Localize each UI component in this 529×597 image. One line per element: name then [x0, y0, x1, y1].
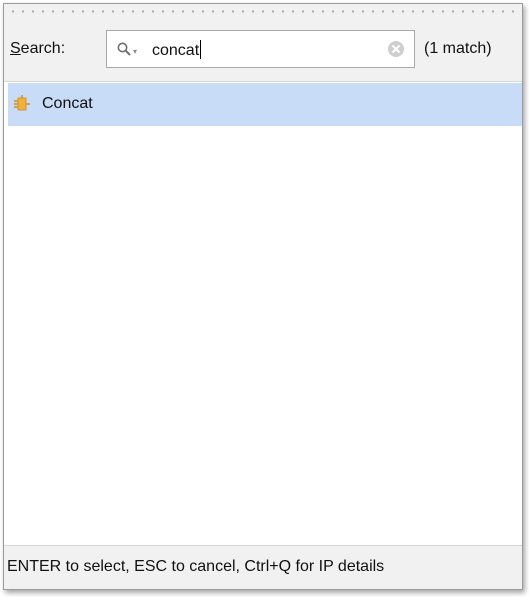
ip-block-icon: [14, 95, 30, 111]
text-caret: [200, 40, 202, 59]
search-toolbar: Search: ▾ concat (1 match): [4, 22, 522, 82]
search-label-text: earch:: [20, 40, 66, 57]
clear-search-icon[interactable]: [388, 41, 404, 57]
grip-dots: [8, 10, 518, 13]
search-label: Search:: [10, 40, 65, 58]
match-count: (1 match): [424, 40, 492, 57]
search-value-text: concat: [152, 42, 200, 59]
list-item[interactable]: Concat: [8, 83, 522, 126]
search-label-mnemonic: S: [10, 40, 21, 57]
add-ip-popup: Search: ▾ concat (1 match) Concat ENTER …: [3, 3, 523, 590]
search-value[interactable]: concat: [152, 40, 202, 60]
list-item-label: Concat: [42, 95, 93, 112]
search-options-dropdown-icon[interactable]: ▾: [133, 48, 137, 56]
search-input[interactable]: ▾ concat: [106, 30, 415, 68]
drag-handle[interactable]: [4, 4, 522, 22]
results-list: Concat: [4, 83, 522, 546]
search-icon[interactable]: [117, 42, 131, 56]
keyboard-hint: ENTER to select, ESC to cancel, Ctrl+Q f…: [7, 558, 385, 575]
status-bar: ENTER to select, ESC to cancel, Ctrl+Q f…: [4, 545, 522, 589]
